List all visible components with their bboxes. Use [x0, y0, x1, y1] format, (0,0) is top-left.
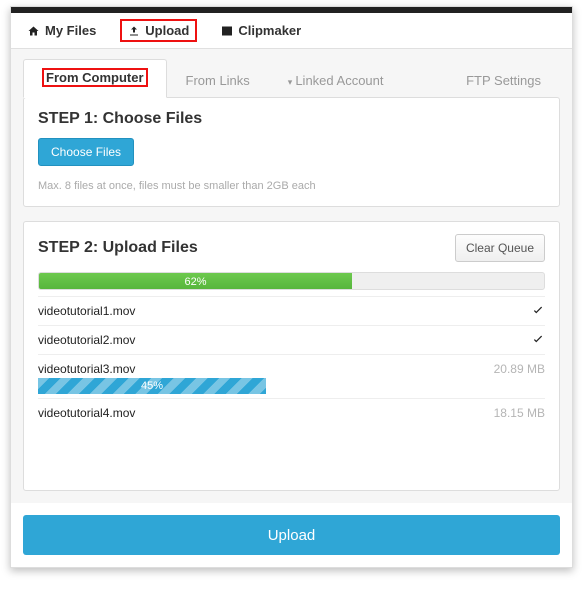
- step1-title: STEP 1: Choose Files: [38, 110, 202, 128]
- tab-ftp-settings[interactable]: FTP Settings: [447, 64, 560, 98]
- file-row: videotutorial4.mov 18.15 MB: [38, 398, 545, 427]
- clear-queue-button[interactable]: Clear Queue: [455, 234, 545, 262]
- file-size: 20.89 MB: [494, 362, 545, 376]
- choose-files-button[interactable]: Choose Files: [38, 138, 134, 166]
- overall-progress-bar: 62%: [39, 273, 352, 289]
- file-row: videotutorial3.mov 20.89 MB 45%: [38, 354, 545, 398]
- file-name: videotutorial1.mov: [38, 304, 135, 318]
- nav-clipmaker[interactable]: Clipmaker: [215, 19, 307, 42]
- main-nav: My Files Upload Clipmaker: [11, 13, 572, 49]
- file-row: videotutorial2.mov: [38, 325, 545, 354]
- upload-button[interactable]: Upload: [23, 515, 560, 555]
- step2-title: STEP 2: Upload Files: [38, 239, 198, 257]
- file-size: 18.15 MB: [494, 406, 545, 420]
- tab-from-links[interactable]: From Links: [167, 64, 269, 98]
- check-icon: [531, 304, 545, 318]
- file-progress-bar: 45%: [38, 378, 266, 394]
- nav-label: Clipmaker: [238, 23, 301, 38]
- file-name: videotutorial4.mov: [38, 406, 135, 420]
- nav-label: Upload: [145, 23, 189, 38]
- upload-queue: videotutorial1.mov videotutorial2.mov vide…: [38, 296, 545, 476]
- app-window: My Files Upload Clipmaker From Computer …: [10, 6, 573, 568]
- upload-icon: [128, 25, 140, 37]
- tab-linked-account[interactable]: ▾Linked Account: [269, 64, 403, 98]
- home-icon: [27, 25, 40, 37]
- file-name: videotutorial2.mov: [38, 333, 135, 347]
- file-limit-hint: Max. 8 files at once, files must be smal…: [38, 180, 545, 192]
- tab-label: Linked Account: [295, 73, 383, 88]
- overall-progress: 62%: [38, 272, 545, 290]
- file-name: videotutorial3.mov: [38, 362, 135, 376]
- clipmaker-icon: [221, 25, 233, 37]
- tab-from-computer[interactable]: From Computer: [23, 59, 167, 98]
- caret-down-icon: ▾: [288, 77, 293, 87]
- check-icon: [531, 333, 545, 347]
- tab-highlight: From Computer: [42, 68, 148, 87]
- step1-panel: STEP 1: Choose Files Choose Files Max. 8…: [23, 97, 560, 207]
- nav-my-files[interactable]: My Files: [21, 19, 102, 42]
- tab-label: From Computer: [46, 70, 144, 85]
- tab-label: FTP Settings: [466, 73, 541, 88]
- tab-label: From Links: [186, 73, 250, 88]
- overall-progress-label: 62%: [185, 276, 207, 288]
- subnav-wrap: From Computer From Links ▾Linked Account…: [11, 49, 572, 98]
- nav-label: My Files: [45, 23, 96, 38]
- nav-upload[interactable]: Upload: [120, 19, 197, 42]
- step2-panel: STEP 2: Upload Files Clear Queue 62% vid…: [23, 221, 560, 491]
- file-row: videotutorial1.mov: [38, 296, 545, 325]
- upload-subnav: From Computer From Links ▾Linked Account…: [23, 59, 560, 98]
- content-area: STEP 1: Choose Files Choose Files Max. 8…: [11, 97, 572, 503]
